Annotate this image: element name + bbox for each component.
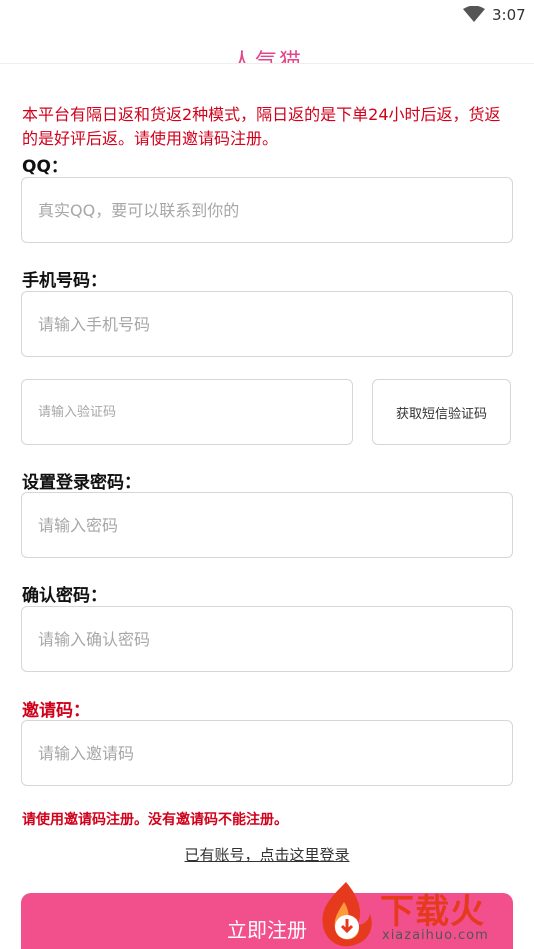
- qq-label: QQ：: [22, 157, 68, 177]
- app-header: 人气猫: [0, 30, 534, 64]
- status-time: 3:07: [492, 6, 526, 24]
- invite-code-field-box: [21, 720, 513, 786]
- wifi-icon: [463, 6, 485, 22]
- watermark: 下载火 xiazaihuo.com: [310, 878, 534, 949]
- phone-label: 手机号码：: [22, 271, 107, 291]
- invite-warning-text: 请使用邀请码注册。没有邀请码不能注册。: [22, 812, 288, 828]
- qq-field-box: [21, 177, 513, 243]
- invite-code-label: 邀请码：: [22, 701, 90, 721]
- phone-input[interactable]: [22, 292, 512, 356]
- verification-code-input[interactable]: [22, 380, 352, 444]
- qq-input[interactable]: [22, 178, 512, 242]
- password-input[interactable]: [22, 493, 512, 557]
- get-sms-code-button[interactable]: 获取短信验证码: [372, 379, 511, 445]
- invite-code-input[interactable]: [22, 721, 512, 785]
- download-fire-logo-icon: [322, 882, 372, 947]
- confirm-password-label: 确认密码：: [22, 586, 107, 606]
- login-link[interactable]: 已有账号，点击这里登录: [184, 846, 349, 864]
- login-link-row: 已有账号，点击这里登录: [0, 844, 534, 865]
- password-field-box: [21, 492, 513, 558]
- phone-field-box: [21, 291, 513, 357]
- notice-text: 本平台有隔日返和货返2种模式，隔日返的是下单24小时后返，货返的是好评后返。请使…: [22, 105, 501, 148]
- status-bar: 3:07: [0, 0, 534, 30]
- code-field-box: [21, 379, 353, 445]
- watermark-domain: xiazaihuo.com: [382, 928, 489, 943]
- watermark-brand: 下载火: [380, 892, 485, 932]
- confirm-password-input[interactable]: [22, 607, 512, 671]
- confirm-password-field-box: [21, 606, 513, 672]
- password-label: 设置登录密码：: [22, 473, 141, 493]
- page-title: 人气猫: [230, 50, 303, 64]
